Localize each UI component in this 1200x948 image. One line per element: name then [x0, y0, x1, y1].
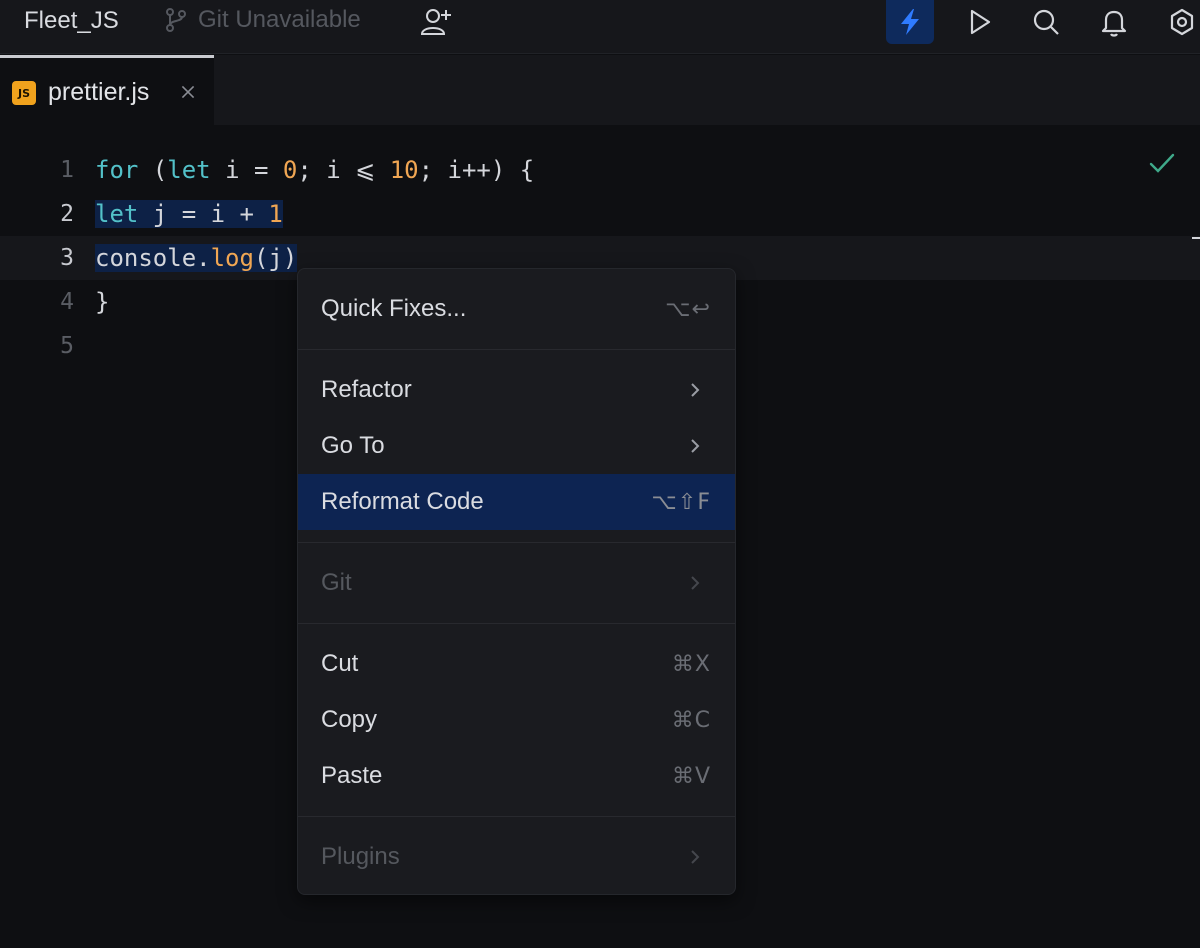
search-icon	[1031, 7, 1061, 37]
code-token: (	[138, 156, 167, 184]
code-token: console.	[95, 244, 211, 272]
menu-item-shortcut: ⌥↩	[665, 297, 711, 322]
smart-mode-button[interactable]	[886, 0, 934, 44]
menu-item-label: Plugins	[321, 843, 400, 871]
menu-item-reformat-code[interactable]: Reformat Code ⌥⇧F	[298, 474, 735, 530]
menu-item-git[interactable]: Git	[298, 555, 735, 611]
menu-item-cut[interactable]: Cut ⌘X	[298, 636, 735, 692]
code-token: i =	[211, 156, 283, 184]
project-name[interactable]: Fleet_JS	[24, 8, 119, 34]
code-token: ; i++) {	[419, 156, 535, 184]
menu-item-label: Git	[321, 569, 352, 597]
javascript-file-icon: JS	[12, 81, 36, 105]
title-bar: Fleet_JS Git Unavailable	[0, 0, 1200, 54]
code-token: ; i ⩽	[297, 156, 389, 184]
menu-separator	[298, 816, 735, 817]
tab-strip: JS prettier.js	[0, 55, 1200, 125]
tab-prettier-js[interactable]: JS prettier.js	[0, 55, 214, 125]
menu-item-label: Copy	[321, 706, 377, 734]
menu-item-label: Go To	[321, 432, 385, 460]
run-icon	[964, 7, 994, 37]
line-text: for (let i = 0; i ⩽ 10; i++) {	[95, 156, 534, 184]
code-token: for	[95, 156, 138, 184]
chevron-right-icon	[686, 574, 704, 592]
menu-item-label: Refactor	[321, 376, 412, 404]
tab-close-button[interactable]	[178, 82, 198, 102]
git-status[interactable]: Git Unavailable	[162, 6, 361, 34]
chevron-right-icon	[686, 437, 704, 455]
code-token: let	[95, 200, 138, 228]
git-branch-icon	[162, 6, 190, 34]
code-token: 10	[390, 156, 419, 184]
line-number[interactable]: 3	[34, 236, 74, 280]
menu-item-label: Cut	[321, 650, 358, 678]
code-token: (j)	[254, 244, 297, 272]
menu-item-paste[interactable]: Paste ⌘V	[298, 748, 735, 804]
code-token: }	[95, 288, 109, 316]
chevron-right-icon	[686, 381, 704, 399]
line-number[interactable]: 4	[34, 280, 74, 324]
menu-item-label: Reformat Code	[321, 488, 484, 516]
line-number[interactable]: 5	[34, 324, 74, 368]
menu-item-label: Quick Fixes...	[321, 295, 466, 323]
code-token: 1	[268, 200, 282, 228]
settings-button[interactable]	[1158, 0, 1200, 44]
menu-item-quick-fixes[interactable]: Quick Fixes... ⌥↩	[298, 281, 735, 337]
line-number[interactable]: 2	[34, 192, 74, 236]
scroll-marker	[1192, 237, 1200, 239]
menu-separator	[298, 623, 735, 624]
menu-item-copy[interactable]: Copy ⌘C	[298, 692, 735, 748]
tab-label: prettier.js	[48, 78, 149, 106]
code-line[interactable]: let j = i + 1	[95, 192, 283, 236]
menu-item-refactor[interactable]: Refactor	[298, 362, 735, 418]
line-text: }	[95, 288, 109, 316]
selected-text: console.log(j)	[95, 244, 297, 272]
notifications-button[interactable]	[1090, 0, 1138, 44]
bell-icon	[1099, 7, 1129, 37]
code-line[interactable]: }	[95, 280, 109, 324]
lightning-icon	[895, 7, 925, 37]
code-token: j = i +	[138, 200, 268, 228]
code-token: log	[211, 244, 254, 272]
chevron-right-icon	[686, 848, 704, 866]
menu-item-plugins[interactable]: Plugins	[298, 829, 735, 885]
code-token: 0	[283, 156, 297, 184]
close-icon	[180, 84, 196, 100]
menu-separator	[298, 349, 735, 350]
selected-text: let j = i + 1	[95, 200, 283, 228]
add-user-icon	[418, 4, 454, 38]
code-token: let	[167, 156, 210, 184]
menu-item-shortcut: ⌘V	[672, 764, 711, 789]
menu-item-shortcut: ⌘C	[672, 708, 711, 733]
menu-item-go-to[interactable]: Go To	[298, 418, 735, 474]
menu-item-label: Paste	[321, 762, 382, 790]
menu-item-shortcut: ⌘X	[672, 652, 711, 677]
code-line[interactable]: for (let i = 0; i ⩽ 10; i++) {	[95, 148, 534, 192]
menu-separator	[298, 542, 735, 543]
line-number[interactable]: 1	[34, 148, 74, 192]
run-button[interactable]	[955, 0, 1003, 44]
git-status-label: Git Unavailable	[198, 6, 361, 34]
search-button[interactable]	[1022, 0, 1070, 44]
code-line[interactable]: console.log(j)	[95, 236, 297, 280]
context-menu: Quick Fixes... ⌥↩ Refactor Go To Reforma…	[297, 268, 736, 895]
add-user-button[interactable]	[418, 4, 454, 38]
no-problems-check-icon[interactable]	[1146, 147, 1178, 179]
settings-icon	[1167, 7, 1197, 37]
menu-item-shortcut: ⌥⇧F	[652, 490, 711, 515]
